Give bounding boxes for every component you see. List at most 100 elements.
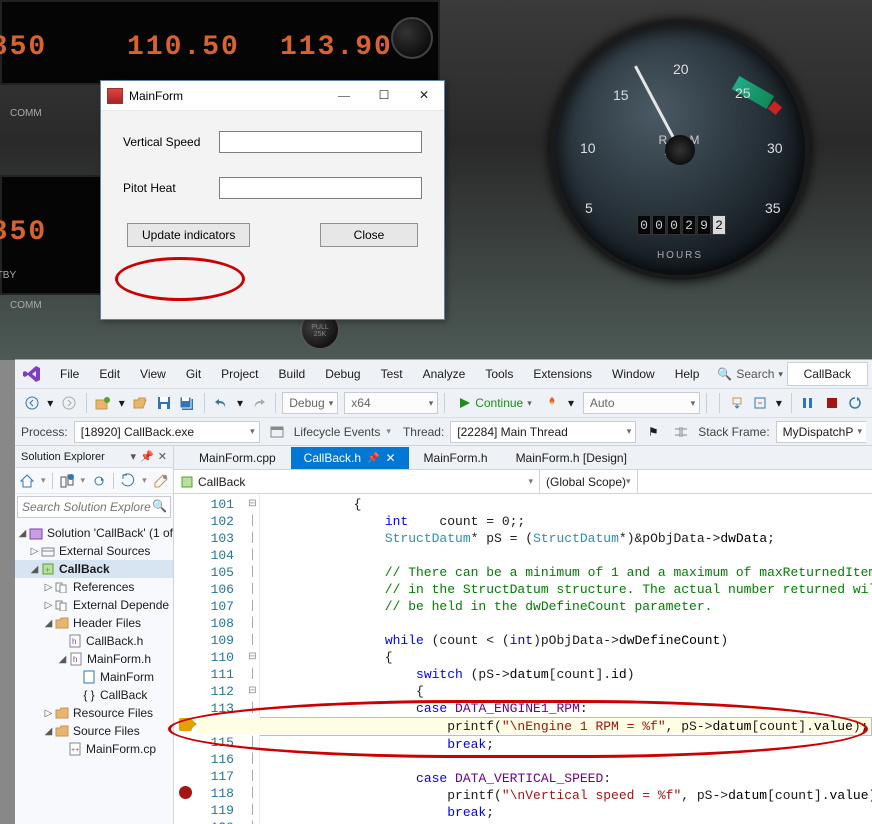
code-area[interactable]: 1011021031041051061071081091101111121131…: [174, 494, 872, 824]
vs-search[interactable]: 🔍 Search ▾: [717, 367, 783, 381]
refresh-dropdown[interactable]: ▾: [142, 475, 147, 486]
tach-hub: [665, 135, 695, 165]
menu-view[interactable]: View: [130, 363, 176, 385]
pin-icon[interactable]: 📌: [140, 450, 154, 463]
nav-fwd-button[interactable]: [58, 392, 79, 414]
lifecycle-icon[interactable]: [266, 421, 288, 443]
mainform-cpp-node[interactable]: MainForm.cp: [86, 742, 156, 756]
project-scope-select[interactable]: CallBack: [174, 470, 540, 493]
tab-callback-h[interactable]: CallBack.h📌✕: [291, 447, 409, 469]
panel-dropdown-icon[interactable]: ▾: [131, 450, 137, 463]
mainform-titlebar[interactable]: MainForm — ☐ ✕: [101, 81, 444, 111]
solution-tree[interactable]: ◢Solution 'CallBack' (1 of ▷External Sou…: [15, 522, 173, 824]
undo-dropdown[interactable]: ▾: [234, 392, 246, 414]
undo-button[interactable]: [211, 392, 232, 414]
svg-text:++: ++: [71, 747, 79, 754]
tab-mainform-h[interactable]: MainForm.h: [411, 447, 501, 469]
breakpoint-margin[interactable]: [174, 494, 198, 824]
auto-select[interactable]: Auto: [583, 392, 700, 414]
code-scope-select[interactable]: (Global Scope): [540, 470, 638, 493]
update-indicators-button[interactable]: Update indicators: [127, 223, 250, 247]
home-icon[interactable]: [19, 473, 35, 489]
active-project[interactable]: CallBack: [787, 362, 868, 386]
switch-dropdown[interactable]: ▾: [81, 475, 86, 486]
callback-ns-node[interactable]: CallBack: [100, 688, 147, 702]
pitot-input[interactable]: [219, 177, 422, 199]
switch-views-icon[interactable]: [59, 473, 75, 489]
menu-tools[interactable]: Tools: [475, 363, 523, 385]
panel-close-icon[interactable]: ✕: [158, 450, 167, 463]
restart-button[interactable]: [844, 392, 865, 414]
nav-back-button[interactable]: [21, 392, 42, 414]
mainform-h-node[interactable]: MainForm.h: [87, 652, 151, 666]
tab-mainform-design[interactable]: MainForm.h [Design]: [503, 447, 640, 469]
menu-project[interactable]: Project: [211, 363, 268, 385]
nav-back-dropdown[interactable]: ▾: [44, 392, 56, 414]
radio1-freq3: 113.90: [280, 32, 393, 63]
home-dropdown[interactable]: ▾: [41, 475, 46, 486]
process-select[interactable]: [18920] CallBack.exe: [74, 421, 260, 443]
references-node[interactable]: References: [73, 580, 134, 594]
radio-knob[interactable]: [391, 17, 433, 59]
external-sources-node[interactable]: External Sources: [59, 544, 150, 558]
new-dropdown[interactable]: ▾: [116, 392, 128, 414]
open-button[interactable]: [130, 392, 151, 414]
properties-icon[interactable]: [153, 473, 169, 489]
current-statement-marker[interactable]: [179, 718, 192, 731]
show-next-statement-button[interactable]: [749, 392, 771, 414]
source-code[interactable]: { int count = 0;; StructDatum* pS = (Str…: [260, 494, 872, 824]
solution-node[interactable]: Solution 'CallBack' (1 of: [47, 526, 173, 540]
lifecycle-label[interactable]: Lifecycle Events: [294, 425, 381, 439]
tab-mainform-cpp[interactable]: MainForm.cpp: [186, 447, 289, 469]
menu-debug[interactable]: Debug: [315, 363, 370, 385]
callback-h-node[interactable]: CallBack.h: [86, 634, 143, 648]
thread-select[interactable]: [22284] Main Thread: [450, 421, 636, 443]
menu-extensions[interactable]: Extensions: [523, 363, 602, 385]
menu-edit[interactable]: Edit: [89, 363, 130, 385]
redo-button[interactable]: [248, 392, 269, 414]
save-button[interactable]: [153, 392, 174, 414]
stop-button[interactable]: [821, 392, 842, 414]
pin-icon[interactable]: 📌: [367, 453, 379, 464]
pause-button[interactable]: [798, 392, 819, 414]
search-icon[interactable]: 🔍: [152, 499, 167, 513]
stackframe-select[interactable]: MyDispatchP: [776, 421, 866, 443]
resource-files-node[interactable]: Resource Files: [73, 706, 153, 720]
step-into-button[interactable]: [726, 392, 747, 414]
save-all-button[interactable]: [176, 392, 197, 414]
menu-help[interactable]: Help: [665, 363, 710, 385]
menu-file[interactable]: File: [50, 363, 89, 385]
play-icon: [459, 397, 471, 409]
flag-icon[interactable]: ⚑: [642, 421, 664, 443]
debug-dropdown[interactable]: ▾: [773, 392, 785, 414]
source-files-node[interactable]: Source Files: [73, 724, 140, 738]
solution-search-input[interactable]: [17, 496, 171, 518]
continue-button[interactable]: Continue ▾: [451, 396, 540, 410]
solution-explorer-header[interactable]: Solution Explorer ▾ 📌 ✕: [15, 446, 173, 468]
menu-analyze[interactable]: Analyze: [413, 363, 476, 385]
menu-git[interactable]: Git: [176, 363, 211, 385]
new-project-button[interactable]: [92, 392, 113, 414]
header-files-node[interactable]: Header Files: [73, 616, 141, 630]
hot-reload-dropdown[interactable]: ▾: [565, 392, 577, 414]
close-button[interactable]: ✕: [404, 82, 444, 110]
form-close-button[interactable]: Close: [320, 223, 418, 247]
fold-gutter[interactable]: ⊟││││││││⊟│⊟││││││││: [246, 494, 260, 824]
menu-window[interactable]: Window: [602, 363, 665, 385]
maximize-button[interactable]: ☐: [364, 82, 404, 110]
platform-select[interactable]: x64: [344, 392, 438, 414]
sync-icon[interactable]: [91, 473, 107, 489]
close-tab-icon[interactable]: ✕: [385, 451, 395, 465]
minimize-button[interactable]: —: [324, 82, 364, 110]
external-deps-node[interactable]: External Depende: [73, 598, 169, 612]
refresh-icon[interactable]: [120, 473, 136, 489]
mainform-node[interactable]: MainForm: [100, 670, 154, 684]
vspeed-input[interactable]: [219, 131, 422, 153]
config-select[interactable]: Debug: [282, 392, 338, 414]
menu-test[interactable]: Test: [371, 363, 413, 385]
menu-build[interactable]: Build: [269, 363, 316, 385]
project-node[interactable]: CallBack: [59, 562, 110, 576]
thread-group-icon[interactable]: [670, 421, 692, 443]
hot-reload-button[interactable]: [542, 392, 563, 414]
breakpoint-marker[interactable]: [179, 786, 192, 799]
